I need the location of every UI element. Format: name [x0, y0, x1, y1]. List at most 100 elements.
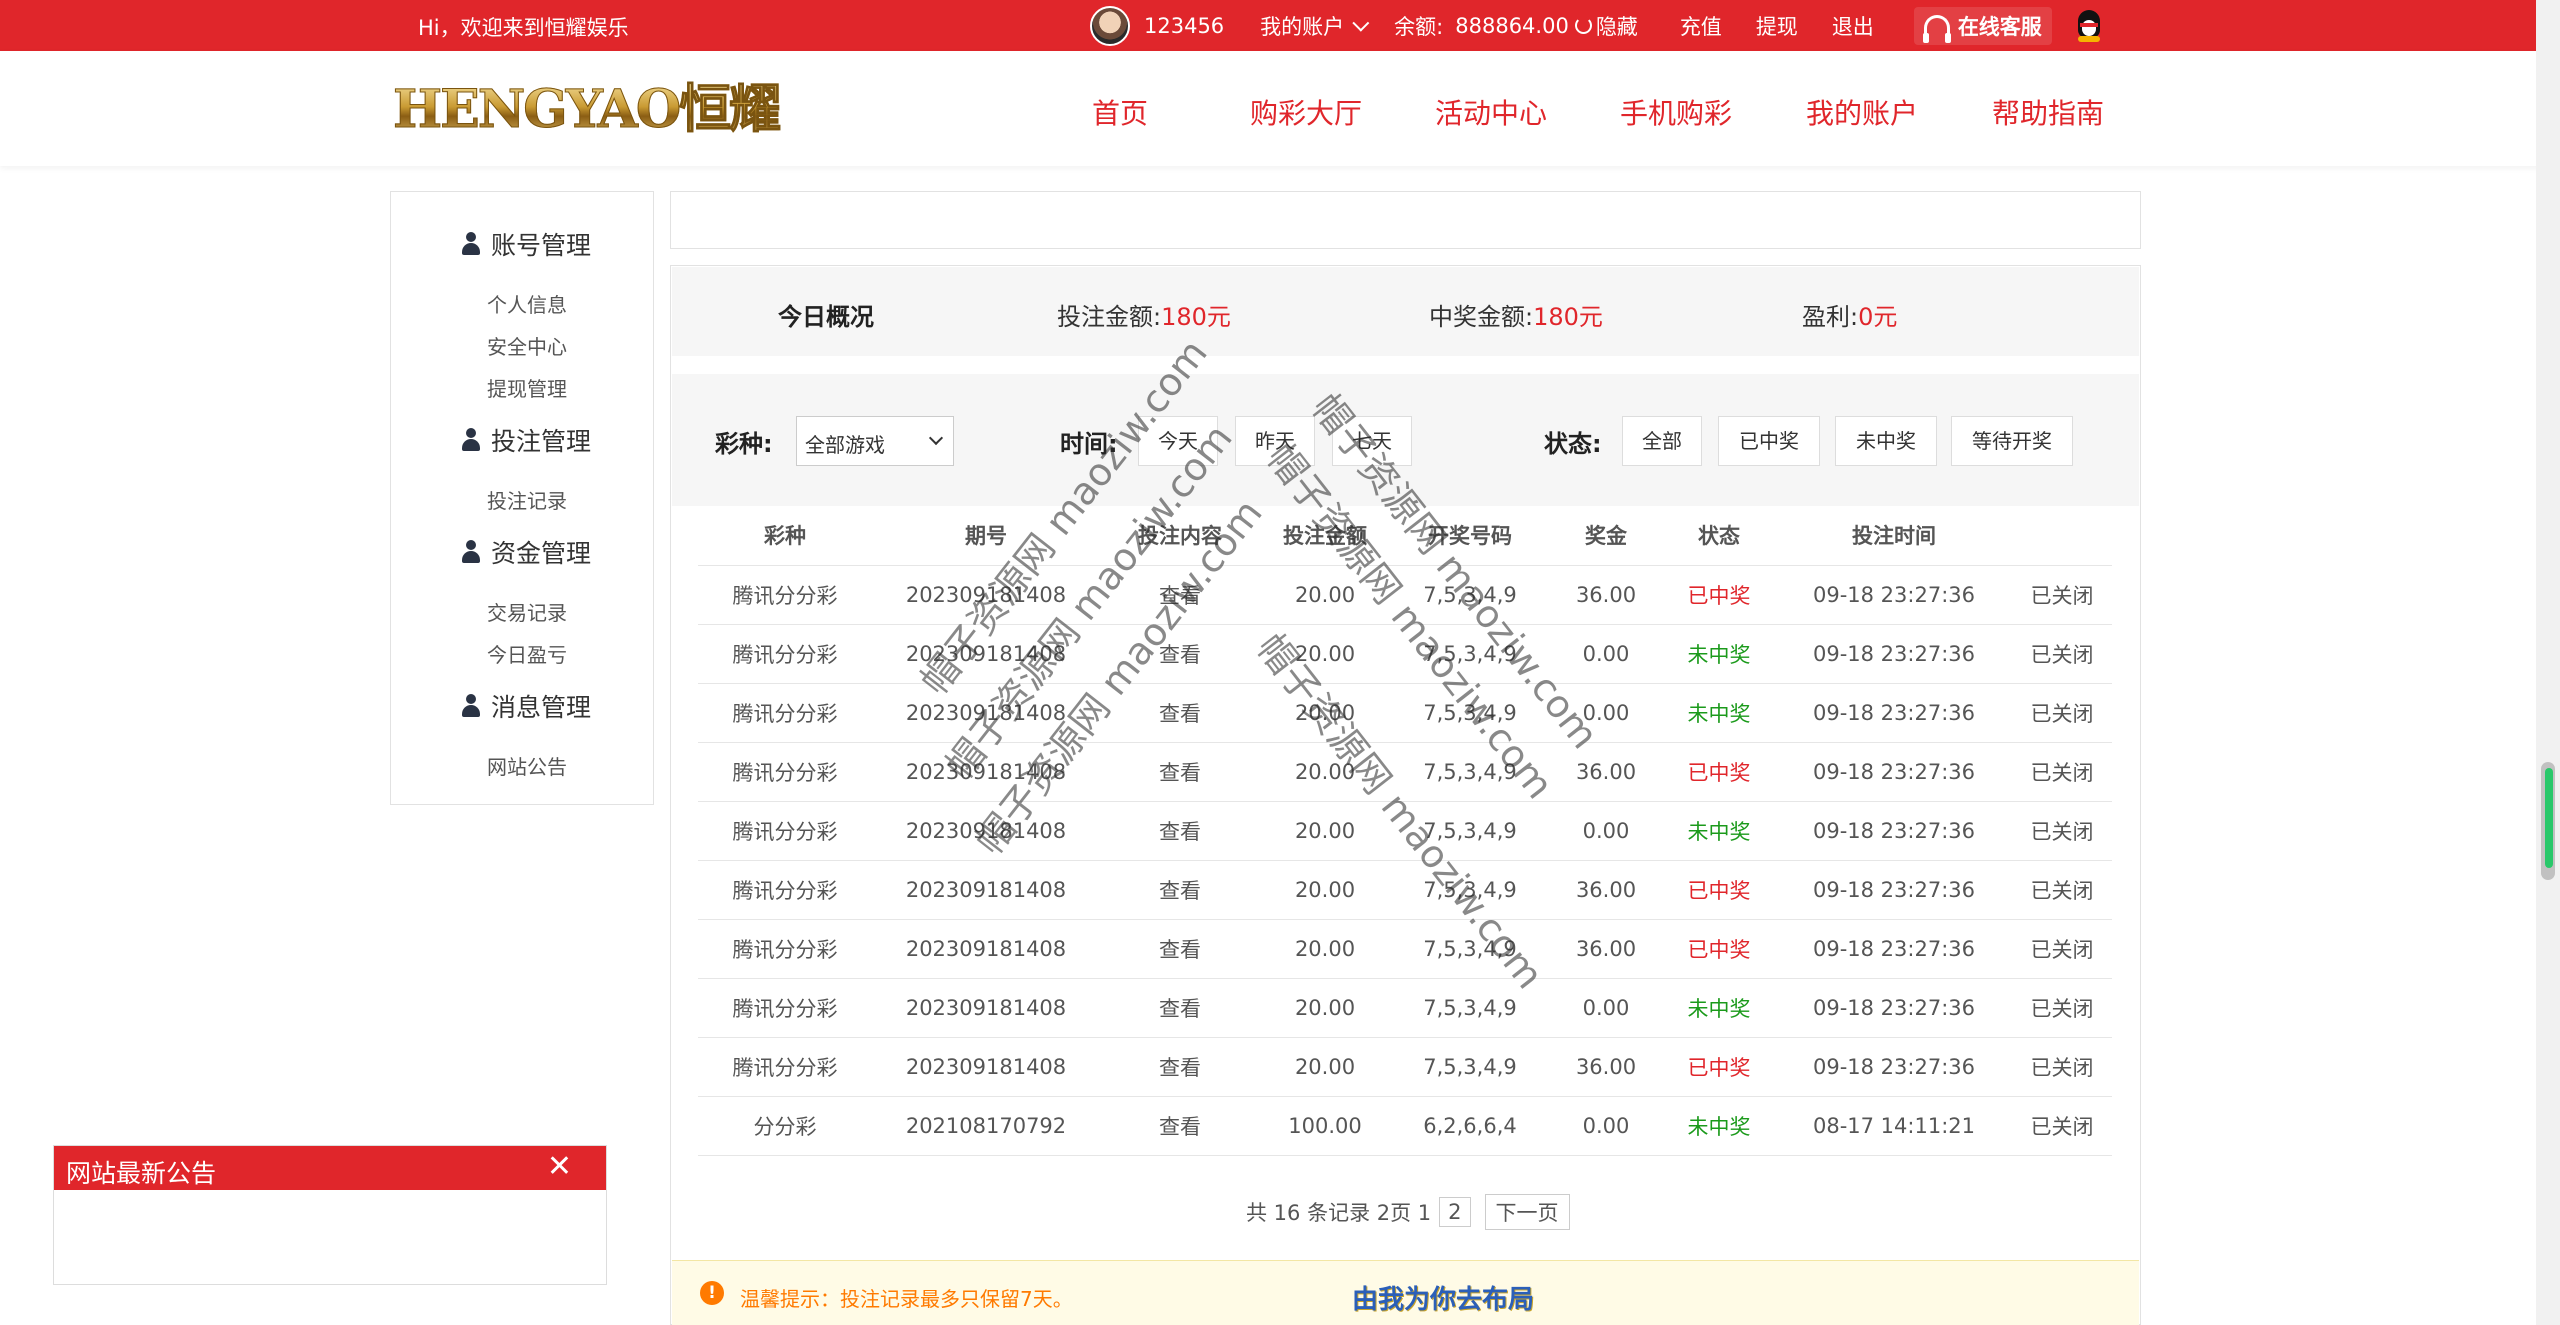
column-header: 投注内容	[1100, 506, 1260, 566]
status-cell: 未中奖	[1662, 801, 1776, 861]
view-link[interactable]: 查看	[1100, 919, 1260, 979]
issue-cell: 202309181408	[872, 919, 1100, 979]
view-link[interactable]: 查看	[1100, 978, 1260, 1038]
today-summary: 今日概况 投注金额:180元 中奖金额:180元 盈利:0元	[672, 267, 2139, 356]
view-link[interactable]: 查看	[1100, 860, 1260, 920]
status-cell: 已中奖	[1662, 860, 1776, 920]
nav-mobile-lottery[interactable]: 手机购彩	[1620, 92, 1732, 132]
time-seven-days-button[interactable]: 七天	[1332, 416, 1412, 466]
logout-link[interactable]: 退出	[1832, 11, 1874, 41]
column-header: 彩种	[698, 506, 872, 566]
nav-lottery-hall[interactable]: 购彩大厅	[1250, 92, 1362, 132]
column-header: 开奖号码	[1390, 506, 1550, 566]
lottery-cell: 分分彩	[698, 1096, 872, 1156]
sidebar-group-title: 资金管理	[491, 539, 592, 568]
closed-cell: 已关闭	[2012, 565, 2112, 625]
sidebar-item-site-notice[interactable]: 网站公告	[487, 751, 567, 780]
view-link[interactable]: 查看	[1100, 683, 1260, 743]
prize-cell: 36.00	[1550, 919, 1662, 979]
status-all-button[interactable]: 全部	[1622, 416, 1702, 466]
prize-cell: 0.00	[1550, 1096, 1662, 1156]
sidebar-item-withdraw-management[interactable]: 提现管理	[487, 373, 567, 402]
refresh-icon[interactable]	[1574, 17, 1592, 34]
table-row: 腾讯分分彩 202309181408 查看 20.00 7,5,3,4,9 0.00 未中奖…	[698, 624, 2112, 684]
sidebar-item-transactions[interactable]: 交易记录	[487, 597, 567, 626]
lottery-cell: 腾讯分分彩	[698, 919, 872, 979]
status-cell: 未中奖	[1662, 624, 1776, 684]
avatar[interactable]	[1090, 5, 1130, 46]
view-link[interactable]: 查看	[1100, 801, 1260, 861]
table-row: 腾讯分分彩 202309181408 查看 20.00 7,5,3,4,9 0.00 未中奖…	[698, 801, 2112, 861]
balance-value: 888864.00	[1455, 13, 1569, 38]
lottery-cell: 腾讯分分彩	[698, 801, 872, 861]
qq-icon[interactable]	[2074, 9, 2104, 42]
view-link[interactable]: 查看	[1100, 1037, 1260, 1097]
draw-number-cell: 7,5,3,4,9	[1390, 860, 1550, 920]
prize-cell: 36.00	[1550, 565, 1662, 625]
status-cell: 已中奖	[1662, 919, 1776, 979]
draw-number-cell: 7,5,3,4,9	[1390, 742, 1550, 802]
recharge-link[interactable]: 充值	[1680, 11, 1722, 41]
nav-help-guide[interactable]: 帮助指南	[1992, 92, 2104, 132]
my-account-label: 我的账户	[1260, 14, 1345, 39]
bet-time-cell: 09-18 23:27:36	[1776, 919, 2012, 979]
lottery-select[interactable]: 全部游戏	[796, 416, 954, 466]
nav-home[interactable]: 首页	[1092, 92, 1148, 132]
column-header: 期号	[872, 506, 1100, 566]
online-service-button[interactable]: 在线客服	[1913, 6, 2052, 45]
sidebar-item-today-profit[interactable]: 今日盈亏	[487, 639, 567, 668]
withdraw-link[interactable]: 提现	[1756, 11, 1798, 41]
nav-my-account[interactable]: 我的账户	[1806, 92, 1918, 132]
summary-profit: 盈利:0元	[1802, 303, 1898, 331]
lottery-select-value: 全部游戏	[805, 433, 885, 457]
main-header: HENGYAO恒耀 首页 购彩大厅 活动中心 手机购彩 我的账户 帮助指南	[0, 51, 2560, 166]
prize-cell: 0.00	[1550, 801, 1662, 861]
bet-amount-cell: 20.00	[1260, 801, 1390, 861]
hide-balance-link[interactable]: 隐藏	[1596, 11, 1638, 41]
page-scrollbar[interactable]	[2536, 0, 2560, 1325]
draw-number-cell: 7,5,3,4,9	[1390, 1037, 1550, 1097]
view-link[interactable]: 查看	[1100, 1096, 1260, 1156]
sidebar-item-personal-info[interactable]: 个人信息	[487, 289, 567, 318]
view-link[interactable]: 查看	[1100, 565, 1260, 625]
bet-amount-cell: 20.00	[1260, 683, 1390, 743]
sidebar-item-bet-records[interactable]: 投注记录	[487, 485, 567, 514]
my-account-dropdown[interactable]: 我的账户	[1260, 11, 1370, 41]
page-2-button[interactable]: 2	[1439, 1197, 1471, 1227]
issue-cell: 202309181408	[872, 860, 1100, 920]
status-won-button[interactable]: 已中奖	[1718, 416, 1820, 466]
content-top-box	[670, 191, 2141, 249]
sidebar-group-title: 投注管理	[491, 427, 592, 456]
issue-cell: 202108170792	[872, 1096, 1100, 1156]
draw-number-cell: 7,5,3,4,9	[1390, 683, 1550, 743]
username: 123456	[1144, 13, 1225, 38]
account-sidebar: 账号管理 个人信息 安全中心 提现管理 投注管理 投注记录 资金管理 交易记录 …	[390, 191, 654, 805]
sidebar-item-security-center[interactable]: 安全中心	[487, 331, 567, 360]
notice-popup: 网站最新公告 ✕	[53, 1145, 607, 1285]
time-yesterday-button[interactable]: 昨天	[1235, 416, 1315, 466]
close-icon[interactable]: ✕	[547, 1152, 572, 1182]
prize-cell: 36.00	[1550, 742, 1662, 802]
person-icon	[461, 694, 481, 718]
issue-cell: 202309181408	[872, 801, 1100, 861]
headset-icon	[1922, 14, 1951, 43]
person-icon	[461, 428, 481, 452]
bet-amount-cell: 20.00	[1260, 1037, 1390, 1097]
status-pending-button[interactable]: 等待开奖	[1951, 416, 2073, 466]
bet-amount-cell: 20.00	[1260, 919, 1390, 979]
nav-activity-center[interactable]: 活动中心	[1435, 92, 1547, 132]
next-page-button[interactable]: 下一页	[1484, 1194, 1570, 1230]
bet-time-cell: 09-18 23:27:36	[1776, 978, 2012, 1038]
closed-cell: 已关闭	[2012, 978, 2112, 1038]
time-today-button[interactable]: 今天	[1138, 416, 1218, 466]
pagination: 共 16 条记录 2页 1 2 下一页	[1246, 1194, 1570, 1230]
status-lost-button[interactable]: 未中奖	[1835, 416, 1937, 466]
view-link[interactable]: 查看	[1100, 742, 1260, 802]
sidebar-group-account: 账号管理	[461, 226, 591, 262]
view-link[interactable]: 查看	[1100, 624, 1260, 684]
bet-time-cell: 09-18 23:27:36	[1776, 742, 2012, 802]
site-logo[interactable]: HENGYAO恒耀	[392, 79, 781, 141]
filter-bar: 彩种: 全部游戏 时间: 今天 昨天 七天 状态: 全部 已中奖 未中奖 等待开…	[672, 374, 2139, 506]
bet-amount-cell: 20.00	[1260, 978, 1390, 1038]
column-header: 状态	[1662, 506, 1776, 566]
